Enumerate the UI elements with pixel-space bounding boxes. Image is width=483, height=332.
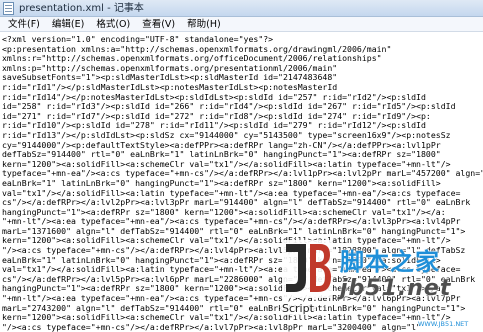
watermark-url: WWW.JB51.NET — [418, 320, 469, 328]
menu-format[interactable]: 格式(O) — [90, 18, 136, 31]
menu-help[interactable]: 帮助(H) — [181, 18, 227, 31]
menu-view[interactable]: 查看(V) — [136, 18, 181, 31]
notepad-icon — [3, 2, 14, 15]
title-bar[interactable]: presentation.xml - 记事本 — [0, 0, 483, 17]
watermark-site-name: 脚本之家 — [340, 248, 440, 276]
site-watermark: Script 脚本之家 jb51.net WWW.JB51.NET — [276, 236, 483, 332]
menu-file[interactable]: 文件(F) — [2, 18, 46, 31]
jb51-logo-icon — [282, 240, 332, 298]
window-title: presentation.xml - 记事本 — [19, 3, 144, 14]
watermark-script-label: Script — [280, 302, 316, 315]
menu-edit[interactable]: 编辑(E) — [46, 18, 90, 31]
menu-bar: 文件(F) 编辑(E) 格式(O) 查看(V) 帮助(H) — [0, 17, 483, 32]
notepad-window: presentation.xml - 记事本 文件(F) 编辑(E) 格式(O)… — [0, 0, 483, 332]
watermark-domain: jb51.net — [340, 276, 452, 301]
